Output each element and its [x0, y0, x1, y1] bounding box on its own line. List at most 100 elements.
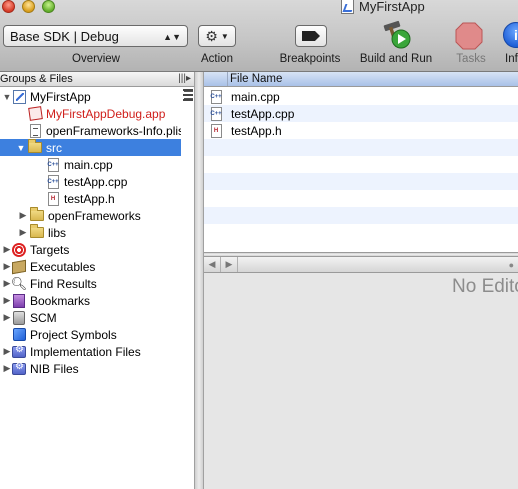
project-document-icon [341, 0, 354, 14]
tree-item-implementation-files[interactable]: ▶ Implementation Files [0, 343, 181, 360]
tree-item-testapp-cpp[interactable]: C++ testApp.cpp [0, 173, 181, 190]
zoom-window-button[interactable] [42, 0, 55, 13]
tree-item-project-symbols[interactable]: Project Symbols [0, 326, 181, 343]
overview-popup-value: Base SDK | Debug [10, 28, 119, 44]
chevron-down-icon: ▼ [220, 31, 229, 41]
disclosure-open-icon[interactable]: ▼ [2, 92, 12, 102]
tree-item-label: openFrameworks [48, 208, 141, 223]
info-label: Info [505, 53, 518, 65]
tree-item-label: Executables [30, 259, 96, 274]
empty-row [204, 139, 518, 156]
empty-row [204, 207, 518, 224]
smart-group-icon [12, 344, 26, 358]
column-icon-header[interactable] [204, 72, 228, 86]
disclosure-closed-icon[interactable]: ▶ [18, 227, 28, 238]
tree-item-label: main.cpp [64, 157, 113, 172]
breakpoint-icon [302, 31, 320, 41]
file-row-main-cpp[interactable]: C++ main.cpp [204, 88, 518, 105]
info-button[interactable]: i [503, 22, 518, 48]
no-editor-placeholder: No Editor [452, 276, 518, 297]
tasks-stop-button[interactable] [455, 22, 483, 50]
file-row-testapp-h[interactable]: H testApp.h [204, 122, 518, 139]
app-icon [27, 106, 43, 121]
tree-item-openframeworks[interactable]: ▶ openFrameworks [0, 207, 181, 224]
disclosure-closed-icon[interactable]: ▶ [2, 312, 12, 323]
file-name: testApp.cpp [231, 106, 295, 121]
cpp-file-icon: C++ [47, 174, 59, 189]
folder-icon [28, 139, 42, 153]
back-arrow-icon[interactable]: ◀ [204, 257, 221, 272]
editor-navigation-bar: ◀ ▶ ● [204, 257, 518, 273]
tree-item-label: MyFirstAppDebug.app [46, 106, 166, 121]
file-name: testApp.h [231, 123, 282, 138]
disclosure-closed-icon[interactable]: ▶ [2, 346, 12, 357]
symbols-icon [12, 328, 26, 341]
play-icon [391, 29, 411, 49]
smart-group-icon [12, 361, 26, 375]
file-list-header[interactable]: File Name [204, 72, 518, 87]
header-file-icon: H [47, 191, 59, 206]
tree-item-scm[interactable]: ▶ SCM [0, 309, 181, 326]
close-window-button[interactable] [2, 0, 15, 13]
tree-item-label: NIB Files [30, 361, 79, 376]
file-list[interactable]: File Name C++ main.cpp C++ testApp.cpp H… [204, 72, 518, 252]
overview-label: Overview [72, 53, 120, 65]
tree-item-label: libs [48, 225, 67, 240]
action-button[interactable]: ⚙ ▼ [198, 25, 236, 47]
project-icon [12, 89, 26, 104]
disclosure-closed-icon[interactable]: ▶ [2, 363, 12, 374]
tree-item-myfirstapp[interactable]: ▼ MyFirstApp [0, 88, 181, 105]
forward-arrow-icon[interactable]: ▶ [221, 257, 238, 272]
tree-item-bookmarks[interactable]: ▶ Bookmarks [0, 292, 181, 309]
list-options-icon[interactable] [183, 89, 193, 101]
tree-item-nib-files[interactable]: ▶ NIB Files [0, 360, 181, 377]
tree-item-label: testApp.h [64, 191, 115, 206]
sidebar-split-control-icon[interactable]: |||▸ [178, 72, 191, 86]
info-icon: i [514, 27, 518, 43]
tree-item-main-cpp[interactable]: C++ main.cpp [0, 156, 181, 173]
build-and-run-button[interactable] [381, 20, 411, 50]
disclosure-closed-icon[interactable]: ▶ [2, 295, 12, 306]
groups-and-files-sidebar[interactable]: Groups & Files |||▸ ▼ MyFirstApp MyFirst… [0, 72, 195, 489]
sidebar-splitter[interactable] [195, 72, 204, 489]
breakpoints-label: Breakpoints [279, 53, 341, 65]
tree-item-label: MyFirstApp [30, 89, 91, 104]
disclosure-closed-icon[interactable]: ▶ [18, 210, 28, 221]
disclosure-closed-icon[interactable]: ▶ [2, 244, 12, 255]
popup-arrows-icon: ▲▼ [163, 32, 181, 42]
file-row-testapp-cpp[interactable]: C++ testApp.cpp [204, 105, 518, 122]
header-file-icon: H [210, 123, 222, 138]
tree-item-myfirstappdebug-app[interactable]: MyFirstAppDebug.app [0, 105, 181, 122]
stop-icon [455, 22, 483, 50]
cpp-file-icon: C++ [47, 157, 59, 172]
minimize-window-button[interactable] [22, 0, 35, 13]
tree-item-info-plist[interactable]: openFrameworks-Info.plist [0, 122, 181, 139]
tree-item-testapp-h[interactable]: H testApp.h [0, 190, 181, 207]
gear-icon: ⚙ [205, 28, 218, 44]
editor-pane[interactable]: No Editor [204, 273, 518, 489]
tree-item-targets[interactable]: ▶ Targets [0, 241, 181, 258]
tree-item-label: SCM [30, 310, 57, 325]
tree-item-label: Implementation Files [30, 344, 141, 359]
tree-item-label: Project Symbols [30, 327, 117, 342]
disclosure-open-icon[interactable]: ▼ [16, 143, 26, 153]
editor-options-icon[interactable]: ● [509, 260, 514, 270]
action-label: Action [201, 53, 233, 65]
empty-row [204, 156, 518, 173]
cpp-file-icon: C++ [210, 89, 222, 104]
tree-item-src[interactable]: ▼ src [0, 139, 181, 156]
tree-item-libs[interactable]: ▶ libs [0, 224, 181, 241]
tree-item-executables[interactable]: ▶ Executables [0, 258, 181, 275]
toolbar: MyFirstApp Base SDK | Debug ▲▼ ⚙ ▼ i Ove… [0, 0, 518, 72]
magnifier-icon: 🔍︎ [10, 275, 28, 291]
disclosure-closed-icon[interactable]: ▶ [2, 261, 12, 272]
folder-icon [30, 224, 44, 238]
tree-item-label: openFrameworks-Info.plist [46, 123, 181, 138]
tree-item-label: src [46, 140, 62, 155]
overview-popup[interactable]: Base SDK | Debug ▲▼ [3, 25, 188, 47]
tasks-label: Tasks [456, 53, 486, 65]
breakpoints-button[interactable] [295, 25, 327, 47]
file-name: main.cpp [231, 89, 280, 104]
tree-item-find-results[interactable]: ▶ 🔍︎ Find Results [0, 275, 181, 292]
column-file-name[interactable]: File Name [228, 72, 282, 86]
